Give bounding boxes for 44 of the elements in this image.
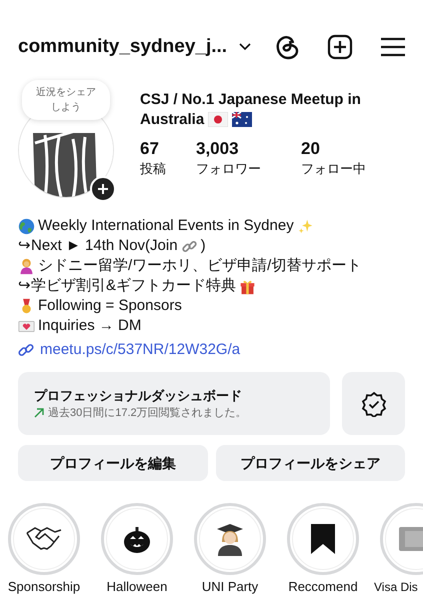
highlight-label: Halloween bbox=[106, 579, 168, 595]
bio-line: シドニー留学/ワーホリ、ビザ申請/切替サポート bbox=[18, 256, 405, 276]
stat-label[interactable]: 投稿 bbox=[140, 159, 166, 179]
stat-label[interactable]: フォロー中 bbox=[301, 159, 366, 179]
highlight-label: Visa Dis bbox=[374, 579, 418, 595]
highlight-label: Reccomend bbox=[288, 579, 358, 595]
stat-value: 67 bbox=[140, 139, 160, 159]
menu-icon[interactable] bbox=[381, 37, 405, 57]
threads-icon[interactable] bbox=[275, 34, 299, 60]
badge-button[interactable] bbox=[342, 372, 405, 435]
highlight-label: UNI Party bbox=[202, 579, 258, 595]
sparkles-icon bbox=[296, 218, 314, 234]
person-icon bbox=[18, 258, 35, 274]
dashboard-subtitle: 過去30日間に17.2万回閲覧されました。 bbox=[48, 406, 247, 420]
australia-flag-icon bbox=[232, 112, 252, 127]
bio-line: ↪学ビザ割引&ギフトカード特典 bbox=[18, 276, 405, 296]
graduate-icon bbox=[215, 522, 245, 556]
handshake-icon bbox=[25, 525, 63, 553]
bio-link[interactable]: meetu.ps/c/537NR/12W32G/a bbox=[18, 340, 405, 360]
verified-badge-icon bbox=[360, 390, 386, 416]
account-switcher[interactable]: community_sydney_j... bbox=[18, 32, 252, 62]
dashboard-title: プロフェッショナルダッシュボード bbox=[34, 386, 243, 404]
profile-action-button[interactable]: プロフィールを編集 bbox=[18, 445, 208, 481]
bio-line: Following = Sponsors bbox=[18, 296, 405, 316]
globe-icon bbox=[18, 218, 35, 234]
japan-flag-icon bbox=[208, 112, 228, 127]
highlight-label: Sponsorship bbox=[8, 579, 80, 595]
stat-label[interactable]: フォロワー bbox=[196, 159, 261, 179]
bio-line: Weekly International Events in Sydney bbox=[18, 216, 405, 236]
stat-value: 3,003 bbox=[196, 139, 240, 159]
plus-icon bbox=[98, 184, 108, 194]
trend-arrow-icon bbox=[34, 408, 44, 418]
pumpkin-icon bbox=[122, 524, 152, 554]
bookmark-icon bbox=[310, 523, 336, 555]
bio-line: Inquiries → DM bbox=[18, 316, 405, 336]
profile-action-button[interactable]: プロフィールをシェア bbox=[216, 445, 405, 481]
bio-line: ↪Next ► 14th Nov(Join ) bbox=[18, 236, 207, 256]
stat-value: 20 bbox=[301, 139, 321, 159]
link-icon bbox=[18, 342, 34, 358]
add-icon[interactable] bbox=[327, 34, 353, 60]
profile-name: CSJ / No.1 Japanese Meetup in Australia bbox=[140, 90, 362, 130]
chevron-down-icon bbox=[239, 43, 252, 51]
note-bubble[interactable]: 近況をシェアしよう bbox=[22, 80, 110, 120]
dashboard-card[interactable]: プロフェッショナルダッシュボード 過去30日間に17.2万回閲覧されました。 bbox=[18, 372, 330, 435]
